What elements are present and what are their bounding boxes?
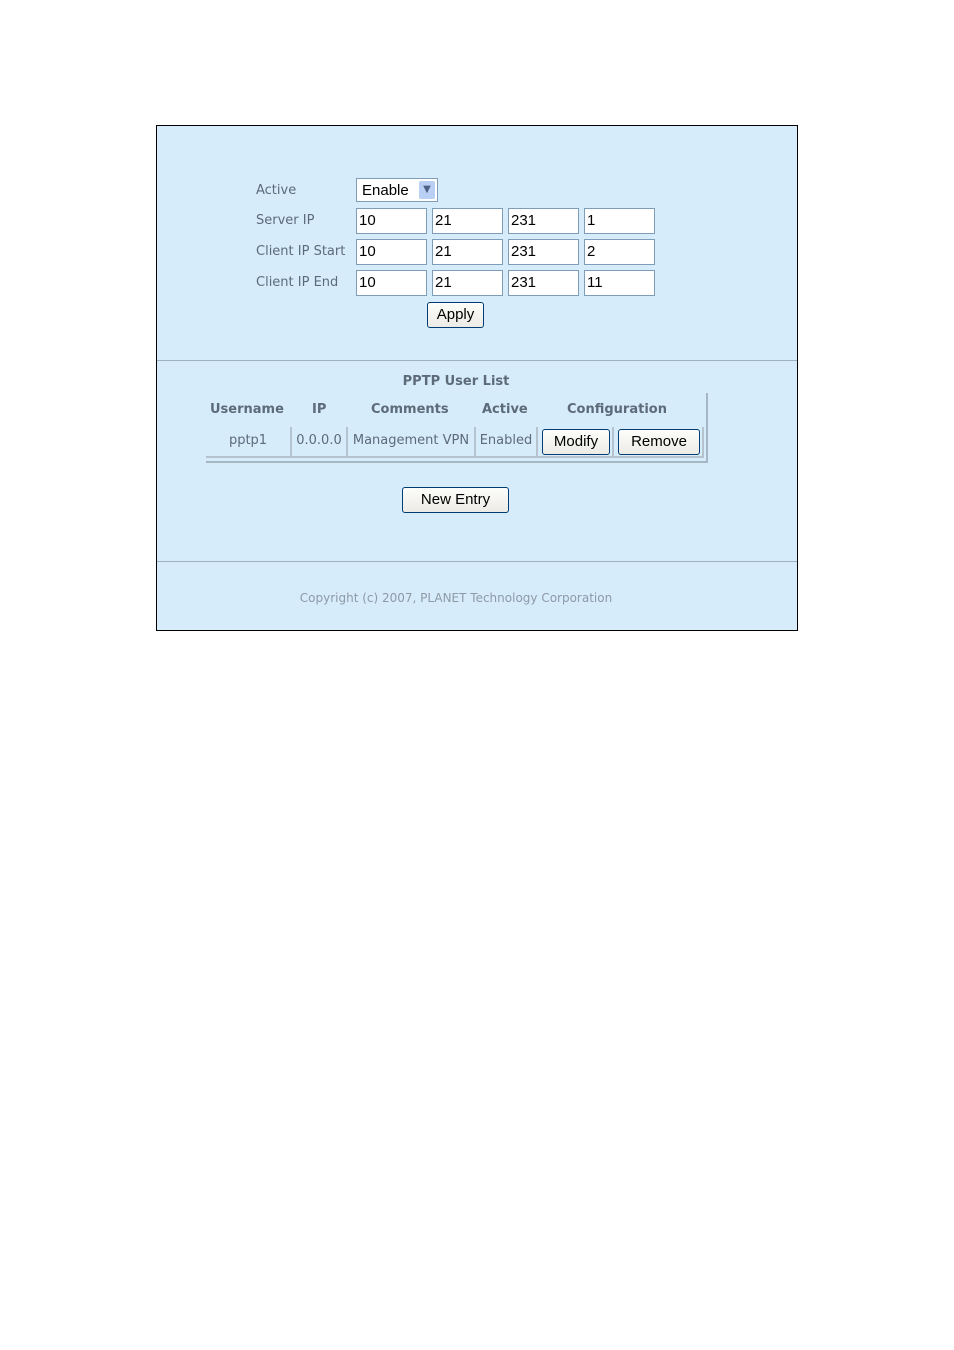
cell-comments: Management VPN [348,427,476,458]
cell-ip: 0.0.0.0 [292,427,348,458]
copyright-text: Copyright (c) 2007, PLANET Technology Co… [299,591,613,605]
client-ip-end-octet-1[interactable]: 10 [356,270,427,296]
user-list-title: PPTP User List [402,374,510,389]
apply-button[interactable]: Apply [427,302,484,328]
active-label: Active [256,183,297,198]
section-divider [157,360,797,361]
client-ip-start-row: Client IP Start 10 21 231 2 [256,239,656,265]
column-header-username: Username [210,402,284,417]
footer-divider [157,561,797,562]
cell-remove: Remove [614,427,704,458]
active-row: Active Enable ▼ [256,178,656,204]
remove-button[interactable]: Remove [618,429,700,455]
column-header-configuration: Configuration [567,402,667,417]
active-select-value: Enable [362,182,409,199]
pptp-settings-panel: Active Enable ▼ Server IP 10 21 231 1 Cl… [156,125,798,631]
column-header-active: Active [482,402,528,417]
new-entry-button[interactable]: New Entry [402,487,509,513]
server-ip-octet-2[interactable]: 21 [432,208,503,234]
column-header-ip: IP [312,402,327,417]
server-ip-octet-3[interactable]: 231 [508,208,579,234]
client-ip-start-octet-1[interactable]: 10 [356,239,427,265]
client-ip-start-label: Client IP Start [256,244,346,259]
client-ip-start-octet-3[interactable]: 231 [508,239,579,265]
server-ip-octet-1[interactable]: 10 [356,208,427,234]
modify-button[interactable]: Modify [542,429,610,455]
server-ip-label: Server IP [256,213,315,228]
cell-modify: Modify [538,427,614,458]
server-ip-row: Server IP 10 21 231 1 [256,208,656,234]
cell-username: pptp1 [206,427,292,458]
client-ip-end-octet-3[interactable]: 231 [508,270,579,296]
user-list-table: Username IP Comments Active Configuratio… [206,393,708,463]
server-ip-octet-4[interactable]: 1 [584,208,655,234]
client-ip-end-octet-2[interactable]: 21 [432,270,503,296]
column-header-comments: Comments [371,402,449,417]
client-ip-end-label: Client IP End [256,275,339,290]
client-ip-start-octet-4[interactable]: 2 [584,239,655,265]
active-select[interactable]: Enable ▼ [356,178,438,202]
cell-active: Enabled [476,427,538,458]
client-ip-start-octet-2[interactable]: 21 [432,239,503,265]
client-ip-end-octet-4[interactable]: 11 [584,270,655,296]
chevron-down-icon[interactable]: ▼ [419,181,435,199]
client-ip-end-row: Client IP End 10 21 231 11 [256,270,656,296]
